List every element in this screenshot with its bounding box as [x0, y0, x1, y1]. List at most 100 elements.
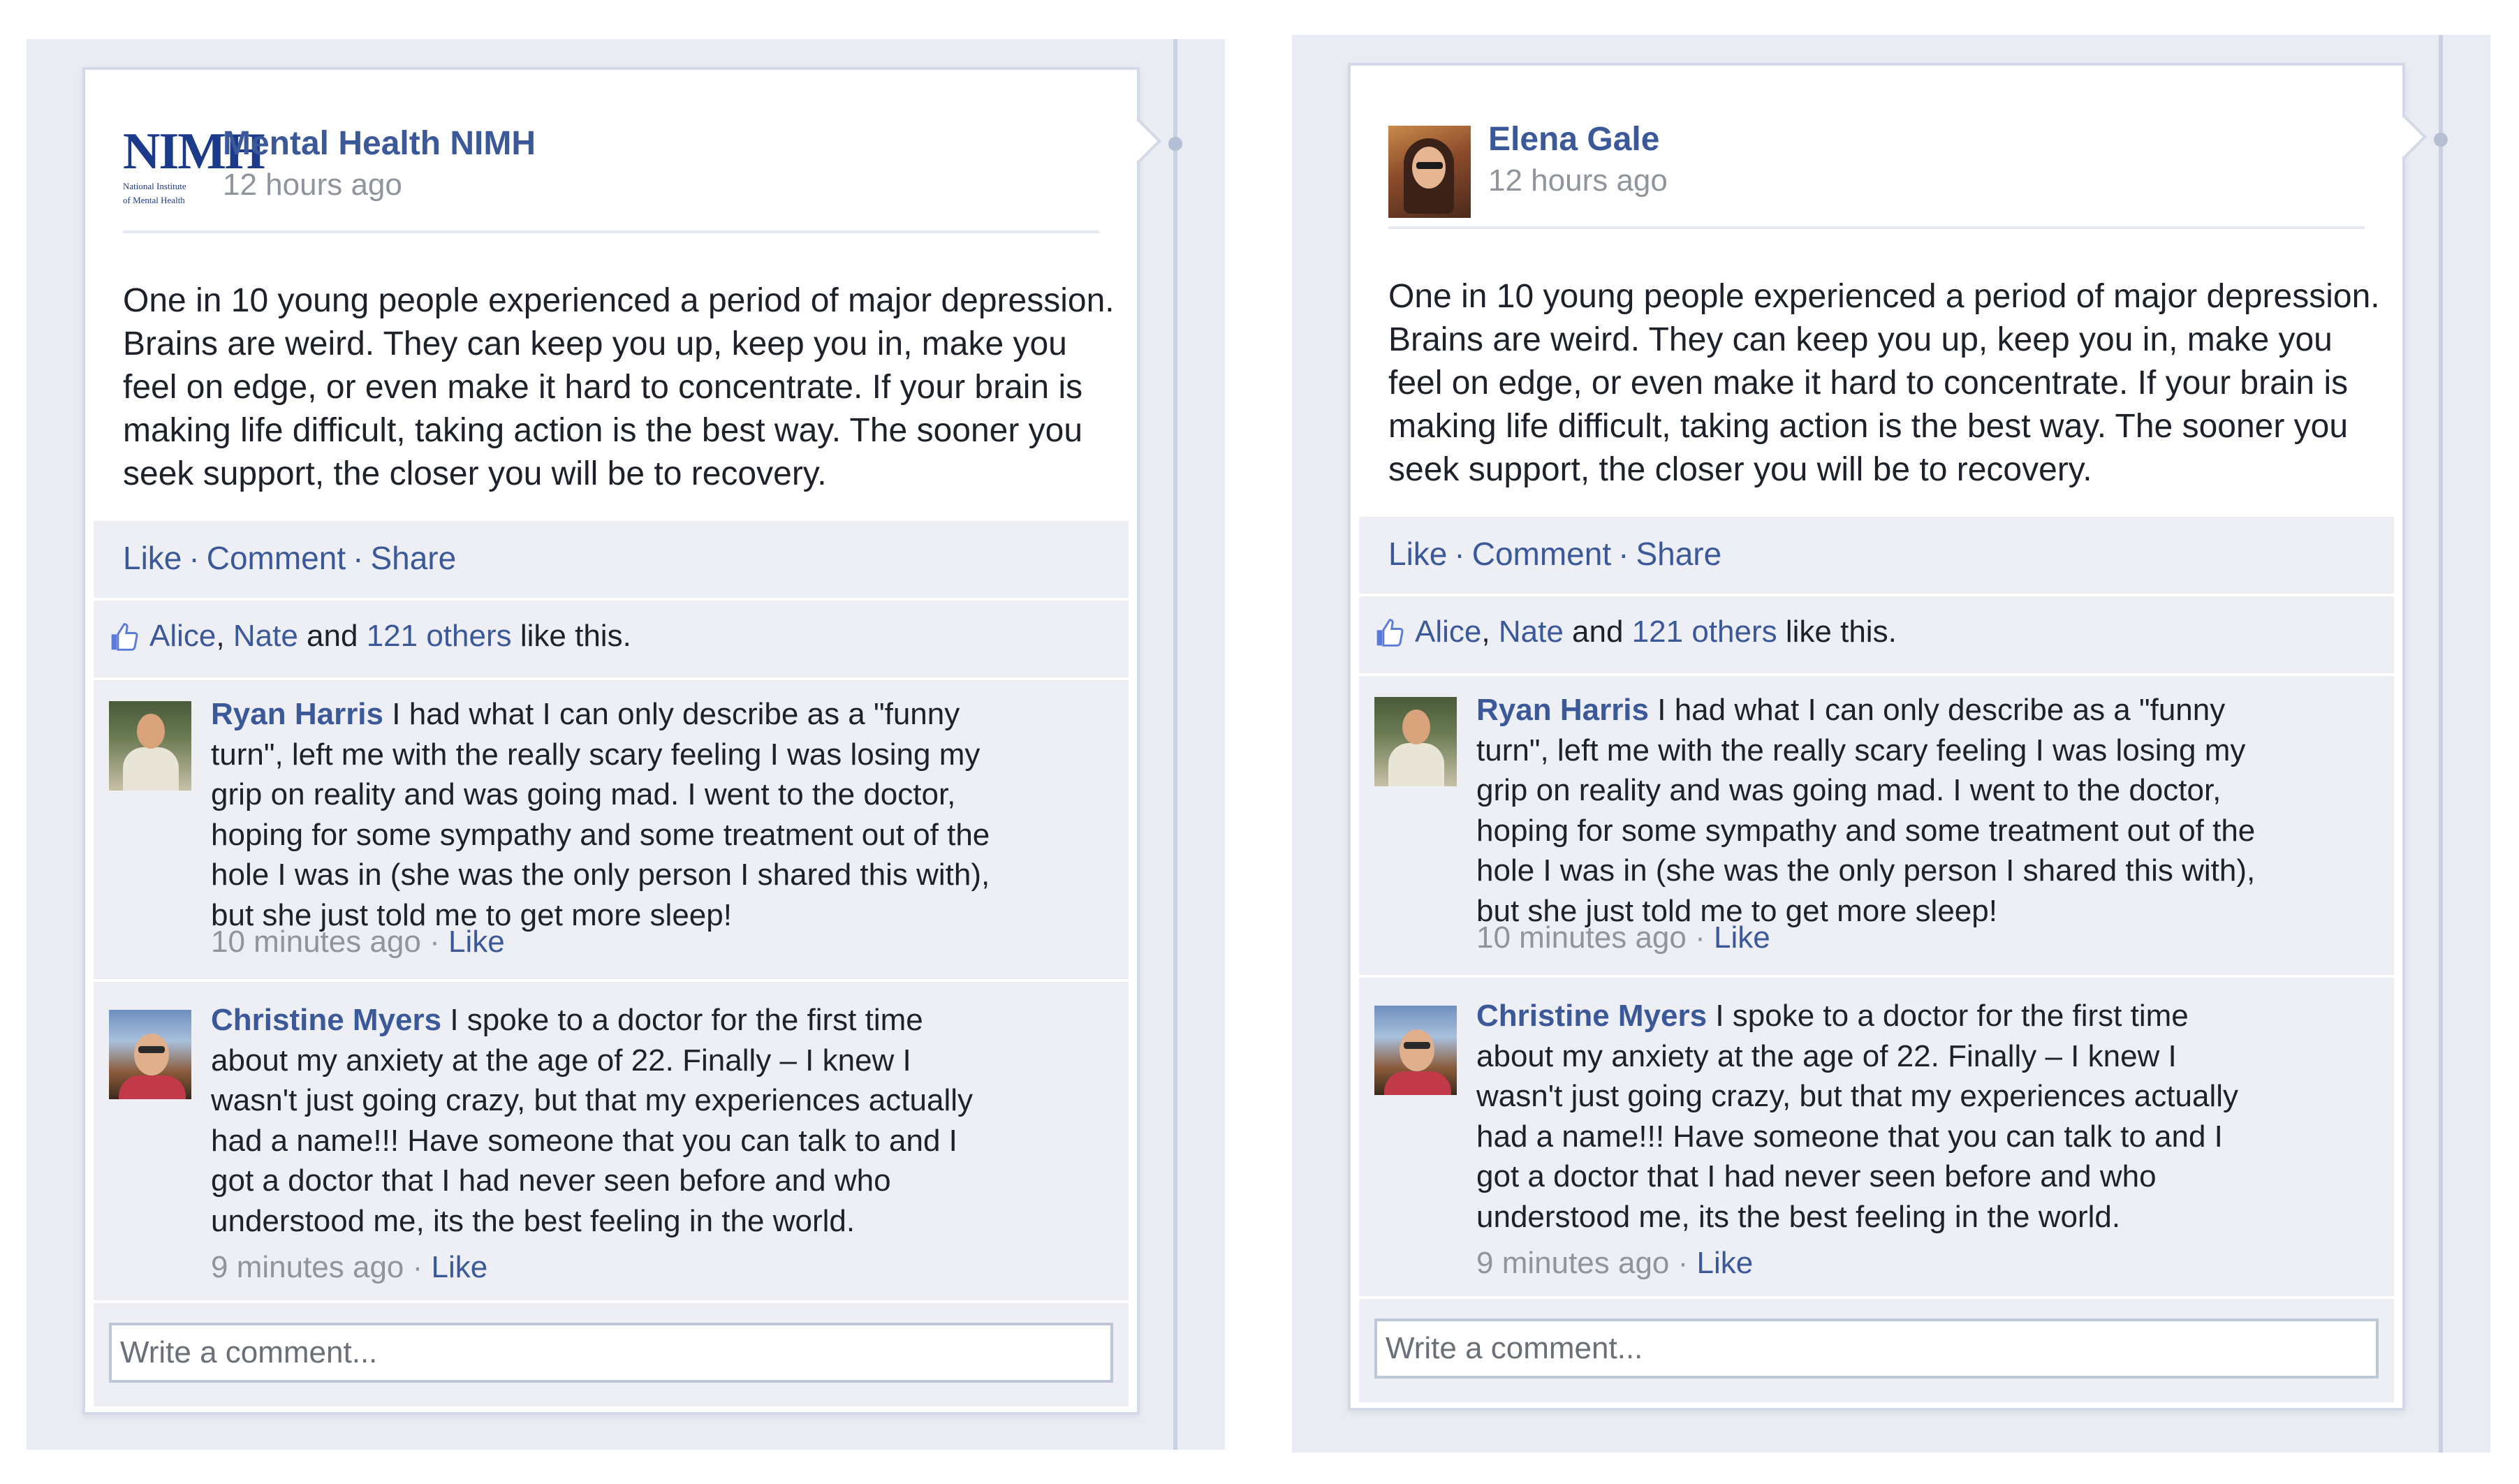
comment-link[interactable]: Comment	[1472, 536, 1611, 572]
commenter-name-link[interactable]: Ryan Harris	[1476, 693, 1649, 727]
timeline-line	[1173, 39, 1177, 1450]
avatar-figure	[134, 1034, 169, 1075]
nimh-logo-mark: NIMH	[123, 123, 265, 180]
avatar-figure	[1416, 162, 1443, 169]
post-header: NIMH National Institute of Mental Health…	[123, 112, 1099, 233]
nimh-logo-avatar[interactable]: NIMH National Institute of Mental Health	[123, 123, 265, 216]
comment-meta: 10 minutes ago · Like	[1476, 920, 1770, 955]
comment-item: Ryan Harris I had what I can only descri…	[1359, 676, 2394, 975]
meta-separator: ·	[1695, 920, 1705, 955]
nimh-logo-subtitle: of Mental Health	[123, 195, 185, 205]
likes-summary: Alice, Nate and 121 others like this.	[1359, 596, 2394, 673]
action-separator: ·	[353, 540, 364, 576]
likes-suffix: like this.	[520, 619, 631, 653]
commenter-avatar[interactable]	[109, 701, 191, 791]
post-author-name[interactable]: Elena Gale	[1488, 120, 1659, 159]
action-separator: ·	[189, 540, 200, 576]
comment-text: I spoke to a doctor for the first time a…	[211, 1003, 973, 1238]
action-separator: ·	[1618, 536, 1629, 572]
like-link[interactable]: Like	[123, 540, 182, 576]
liker-nate-link[interactable]: Nate	[233, 619, 298, 653]
avatar-figure	[1384, 1071, 1451, 1095]
likes-and: and	[1572, 615, 1624, 649]
avatar-figure	[137, 714, 165, 749]
post-body-text: One in 10 young people experienced a per…	[123, 282, 1115, 492]
likes-suffix: like this.	[1785, 615, 1897, 649]
comment-item: Christine Myers I spoke to a doctor for …	[94, 982, 1129, 1300]
commenter-name-link[interactable]: Ryan Harris	[211, 697, 383, 731]
likes-and: and	[307, 619, 358, 653]
post-card: NIMH National Institute of Mental Health…	[82, 67, 1140, 1415]
comment-text: I spoke to a doctor for the first time a…	[1476, 999, 2238, 1234]
post-body-text: One in 10 young people experienced a per…	[1388, 278, 2380, 488]
commenter-avatar[interactable]	[1374, 1006, 1457, 1095]
avatar-figure	[1388, 743, 1444, 786]
timeline-line	[2439, 35, 2443, 1453]
post-timestamp[interactable]: 12 hours ago	[223, 168, 402, 203]
comment-composer-area	[94, 1303, 1129, 1406]
action-separator: ·	[1454, 536, 1465, 572]
avatar-figure	[1400, 1029, 1434, 1071]
comment-content: Christine Myers I spoke to a doctor for …	[1476, 996, 2265, 1237]
post-card: Elena Gale 12 hours ago One in 10 young …	[1348, 63, 2405, 1411]
avatar-figure	[123, 747, 179, 791]
like-link[interactable]: Like	[1388, 536, 1447, 572]
thumbs-up-icon	[1376, 619, 1404, 647]
timeline-dot	[1168, 137, 1182, 151]
comment-link[interactable]: Comment	[207, 540, 346, 576]
commenter-avatar[interactable]	[109, 1010, 191, 1099]
avatar-figure	[119, 1075, 186, 1099]
comment-text: I had what I can only describe as a "fun…	[1476, 693, 2256, 928]
commenter-avatar[interactable]	[1374, 697, 1457, 786]
avatar-figure	[138, 1046, 165, 1053]
post-timestamp[interactable]: 12 hours ago	[1488, 163, 1668, 198]
comment-meta: 9 minutes ago · Like	[211, 1250, 487, 1285]
comment-composer-area	[1359, 1299, 2394, 1402]
comment-like-link[interactable]: Like	[448, 925, 505, 959]
comment-content: Ryan Harris I had what I can only descri…	[211, 694, 1000, 935]
post-actions-bar: Like · Comment · Share	[1359, 517, 2394, 594]
post-panel-nimh: NIMH National Institute of Mental Health…	[27, 39, 1225, 1450]
nimh-logo-subtitle: National Institute	[123, 181, 186, 191]
post-header: Elena Gale 12 hours ago	[1388, 108, 2365, 229]
likes-summary: Alice, Nate and 121 others like this.	[94, 601, 1129, 677]
comment-input[interactable]	[109, 1323, 1113, 1383]
comment-text: I had what I can only describe as a "fun…	[211, 697, 990, 932]
comment-like-link[interactable]: Like	[1714, 920, 1770, 955]
likes-others-link[interactable]: 121 others	[367, 619, 512, 653]
liker-nate-link[interactable]: Nate	[1499, 615, 1564, 649]
comment-timestamp[interactable]: 10 minutes ago	[211, 925, 421, 959]
liker-alice-link[interactable]: Alice	[1415, 615, 1481, 649]
comment-item: Christine Myers I spoke to a doctor for …	[1359, 978, 2394, 1296]
likes-comma: ,	[216, 619, 225, 653]
comment-content: Christine Myers I spoke to a doctor for …	[211, 1000, 1000, 1241]
comment-timestamp[interactable]: 10 minutes ago	[1476, 920, 1687, 955]
comment-like-link[interactable]: Like	[1697, 1246, 1754, 1280]
likes-comma: ,	[1481, 615, 1490, 649]
comment-meta: 9 minutes ago · Like	[1476, 1246, 1753, 1281]
thumbs-up-icon	[111, 623, 138, 651]
meta-separator: ·	[1677, 1246, 1689, 1280]
comment-timestamp[interactable]: 9 minutes ago	[1476, 1246, 1669, 1280]
likes-others-link[interactable]: 121 others	[1632, 615, 1777, 649]
post-author-name[interactable]: Mental Health NIMH	[223, 124, 536, 163]
post-actions-bar: Like · Comment · Share	[94, 521, 1129, 598]
meta-separator: ·	[412, 1250, 423, 1284]
commenter-name-link[interactable]: Christine Myers	[211, 1003, 441, 1037]
share-link[interactable]: Share	[370, 540, 456, 576]
liker-alice-link[interactable]: Alice	[149, 619, 216, 653]
commenter-name-link[interactable]: Christine Myers	[1476, 999, 1707, 1033]
post-panel-elena: Elena Gale 12 hours ago One in 10 young …	[1292, 35, 2490, 1453]
avatar-figure	[1402, 710, 1430, 744]
avatar-figure	[1404, 1042, 1430, 1049]
meta-separator: ·	[429, 925, 440, 959]
share-link[interactable]: Share	[1636, 536, 1721, 572]
author-avatar[interactable]	[1388, 126, 1471, 218]
comment-meta: 10 minutes ago · Like	[211, 925, 505, 960]
comment-input[interactable]	[1374, 1318, 2379, 1379]
timeline-dot	[2434, 133, 2448, 147]
comment-content: Ryan Harris I had what I can only descri…	[1476, 690, 2265, 931]
comment-timestamp[interactable]: 9 minutes ago	[211, 1250, 404, 1284]
comment-item: Ryan Harris I had what I can only descri…	[94, 680, 1129, 979]
comment-like-link[interactable]: Like	[432, 1250, 488, 1284]
